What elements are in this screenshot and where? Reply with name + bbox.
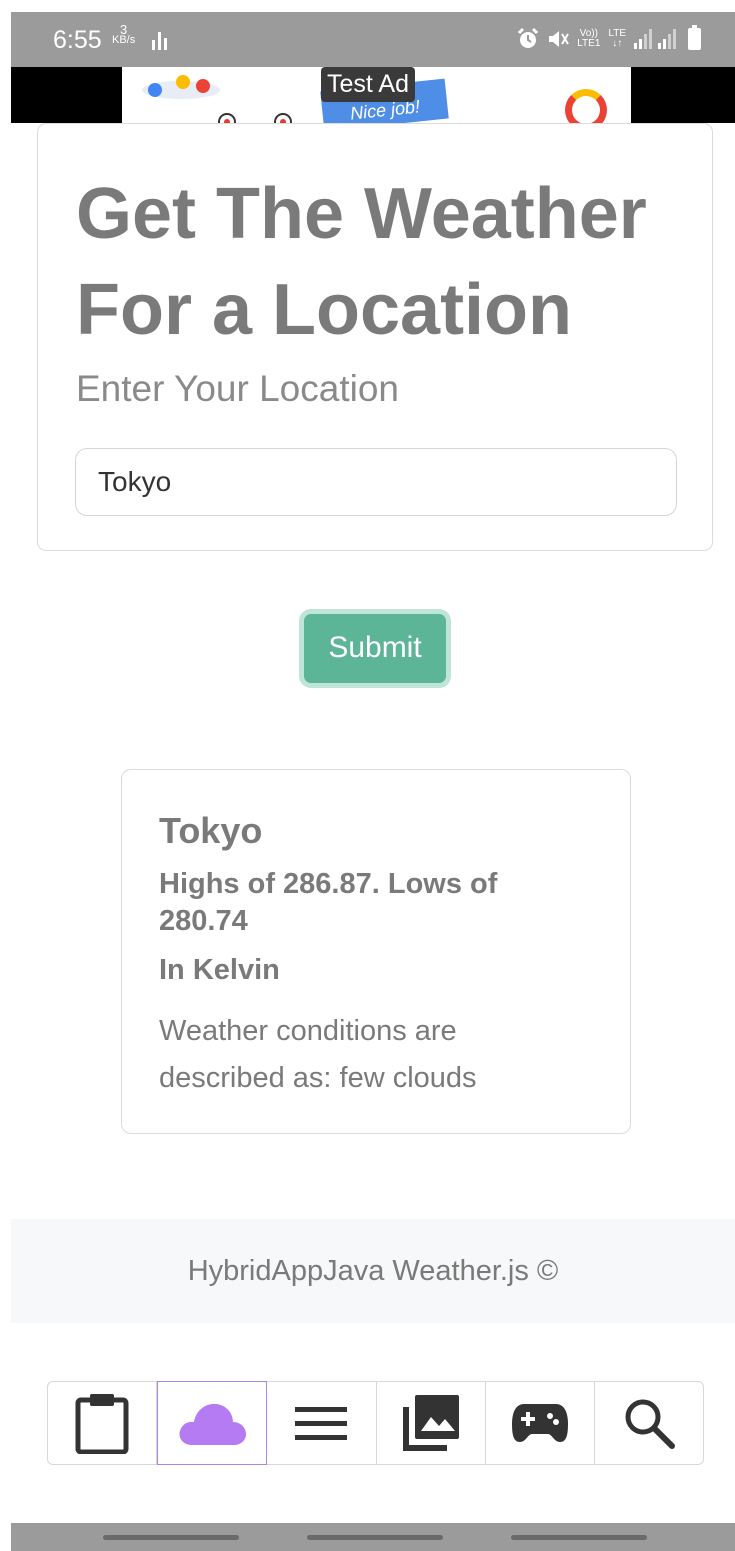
photo-library-icon — [402, 1395, 459, 1451]
status-bar: 6:55 3 KB/s Vo)) LTE1 LTE ↓↑ — [11, 12, 735, 67]
tab-search[interactable] — [595, 1382, 703, 1464]
gamepad-icon — [511, 1404, 568, 1442]
signal-activity-icon — [152, 32, 167, 50]
tab-menu[interactable] — [267, 1382, 377, 1464]
search-icon — [625, 1399, 675, 1449]
page-title: Get The Weather For a Location — [76, 174, 647, 350]
cloud-icon — [179, 1403, 247, 1445]
volte-indicator: Vo)) LTE1 — [577, 29, 600, 49]
nav-home-handle[interactable] — [307, 1535, 443, 1540]
net-speed: 3 KB/s — [112, 23, 136, 46]
signal-bars-icon — [634, 29, 676, 49]
tab-clipboard[interactable] — [48, 1382, 158, 1464]
result-city: Tokyo — [159, 810, 263, 851]
mute-icon — [549, 31, 570, 47]
ad-label: Test Ad — [321, 67, 415, 102]
tab-games[interactable] — [486, 1382, 595, 1464]
result-temperatures: Highs of 286.87. Lows of 280.74 — [159, 868, 498, 937]
ad-banner[interactable]: Nice job! Test Ad — [11, 67, 735, 123]
lte-indicator: LTE ↓↑ — [608, 28, 626, 49]
nav-recents-handle[interactable] — [103, 1535, 239, 1540]
footer: HybridAppJava Weather.js © — [11, 1219, 735, 1323]
clipboard-icon — [75, 1394, 129, 1454]
weather-result-card: Tokyo Highs of 286.87. Lows of 280.74 In… — [121, 769, 631, 1134]
ad-illustration-eye — [218, 113, 236, 123]
menu-icon — [295, 1407, 348, 1440]
system-nav-bar — [11, 1523, 735, 1551]
net-speed-unit: KB/s — [112, 34, 136, 46]
result-description: Weather conditions are described as: few… — [159, 1015, 477, 1094]
footer-text: HybridAppJava Weather.js © — [187, 1255, 559, 1287]
nav-back-handle[interactable] — [511, 1535, 647, 1540]
alarm-icon — [518, 28, 539, 48]
result-unit: In Kelvin — [159, 954, 280, 986]
tab-gallery[interactable] — [377, 1382, 486, 1464]
location-input[interactable] — [75, 448, 677, 516]
lte-label: LTE — [608, 28, 626, 39]
volte-bottom: LTE1 — [577, 38, 601, 49]
submit-button[interactable]: Submit — [299, 609, 451, 688]
status-time: 6:55 — [53, 26, 102, 54]
location-form-card: Get The Weather For a Location Enter You… — [37, 123, 713, 551]
location-prompt: Enter Your Location — [76, 368, 399, 409]
battery-icon — [688, 25, 701, 50]
ad-logo-icon — [565, 89, 607, 123]
ad-illustration-eye — [274, 113, 292, 123]
tab-weather[interactable] — [157, 1381, 268, 1465]
bottom-tab-bar — [47, 1381, 704, 1465]
